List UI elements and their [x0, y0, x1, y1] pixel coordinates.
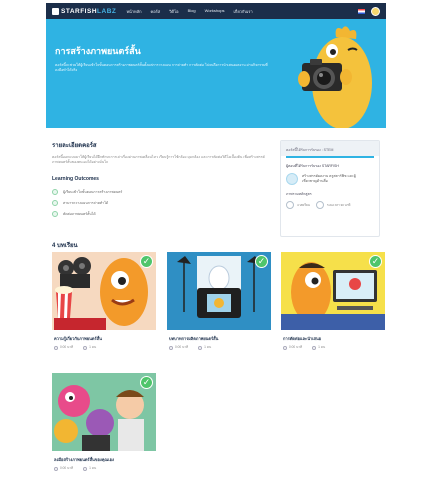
logo-accent-text: LABZ	[97, 7, 117, 15]
completed-check-icon: ✓	[255, 255, 268, 268]
lesson-count-icon	[286, 200, 294, 209]
stat-text: ระยะเวลา 30 นาที	[326, 202, 351, 207]
certification-header: คอร์สนี้ได้รับการรับรอง : STEM	[281, 141, 379, 156]
course-stats: 4 บทเรียน ระยะเวลา 30 นาที	[281, 197, 379, 209]
course-details-section: รายละเอียดคอร์ส คอร์สนี้ออกแบบมาให้ผู้เร…	[52, 140, 272, 219]
lesson-thumbnail[interactable]: ✓	[281, 252, 385, 330]
lesson-card[interactable]: ✓ การตัดต่อและนำเสนอ 0:00 นาที 1 คน	[281, 252, 385, 350]
course-overview-label: ภาพรวมหลักสูตร	[286, 191, 312, 196]
check-circle-icon	[52, 188, 58, 195]
course-details-heading: รายละเอียดคอร์ส	[52, 143, 97, 149]
top-navbar: STARFISHLABZ หน้าหลัก คอร์ส วิดีโอ Blog …	[46, 3, 386, 19]
lesson-thumbnail[interactable]: ✓	[167, 252, 271, 330]
check-circle-icon	[52, 210, 58, 217]
lesson-title[interactable]: ความรู้เกี่ยวกับภาพยนตร์สั้น	[52, 335, 156, 342]
nav-item-workshops[interactable]: Workshops	[205, 8, 225, 15]
lesson-duration: 0:00 นาที	[60, 466, 74, 470]
learning-outcome-text: ผู้เรียนเข้าใจขั้นตอนการสร้างภาพยนตร์	[63, 189, 123, 194]
learners-icon	[83, 466, 88, 471]
lesson-title[interactable]: ลงมือสร้างภาพยนตร์สั้นของคุณเอง	[52, 456, 156, 463]
check-circle-icon	[52, 199, 58, 206]
clock-icon	[169, 345, 173, 350]
mascot-with-camera-illustration	[298, 26, 372, 128]
lesson-learners: 1 คน	[89, 345, 97, 349]
course-title: การสร้างภาพยนตร์สั้น	[55, 46, 141, 56]
lesson-duration: 0:00 นาที	[60, 345, 74, 349]
flag-icon[interactable]	[358, 8, 365, 14]
teacher-avatar-icon	[286, 172, 298, 185]
learning-outcomes-list: ผู้เรียนเข้าใจขั้นตอนการสร้างภาพยนตร์ สา…	[52, 186, 272, 219]
stat-duration: ระยะเวลา 30 นาที	[315, 200, 351, 209]
lesson-title[interactable]: บทบาทการผลิตภาพยนตร์สั้น	[167, 335, 271, 342]
logo-main-text: STARFISH	[61, 7, 98, 15]
lesson-learners: 1 คน	[89, 466, 97, 470]
learning-outcomes-heading: Learning Outcomes	[52, 176, 99, 182]
lesson-duration: 0:00 นาที	[175, 345, 189, 349]
learning-outcome-item: ตัดต่อภาพยนตร์สั้นได้	[52, 208, 272, 219]
learners-icon	[83, 345, 88, 350]
course-hero-description: คอร์สนี้จะช่วยให้ผู้เรียนเข้าใจขั้นตอนกา…	[55, 63, 268, 72]
completed-check-icon: ✓	[140, 376, 153, 389]
teacher-label: ผู้สอนที่ได้รับการรับรอง STARFISH	[286, 163, 339, 168]
clock-icon	[283, 345, 287, 350]
lessons-heading: 4 บทเรียน	[52, 243, 78, 249]
duration-icon	[315, 200, 324, 209]
course-info-card: คอร์สนี้ได้รับการรับรอง : STEM ผู้สอนที่…	[280, 140, 380, 237]
nav-item-courses[interactable]: คอร์ส	[151, 8, 161, 15]
lesson-thumbnail[interactable]: ✓	[52, 373, 156, 451]
user-avatar-icon[interactable]	[371, 6, 380, 16]
clock-icon	[54, 345, 58, 350]
lesson-card[interactable]: ✓ บทบาทการผลิตภาพยนตร์สั้น 0:00 นาที 1 ค…	[167, 252, 271, 350]
completed-check-icon: ✓	[140, 255, 153, 268]
learning-outcome-text: สามารถวางแผนการถ่ายทำได้	[63, 200, 109, 205]
lesson-learners: 1 คน	[318, 345, 326, 349]
lesson-thumbnail[interactable]: ✓	[52, 252, 156, 330]
course-hero-banner: การสร้างภาพยนตร์สั้น คอร์สนี้จะช่วยให้ผู…	[46, 19, 386, 128]
completed-check-icon: ✓	[369, 255, 382, 268]
learners-icon	[312, 345, 317, 350]
learners-icon	[198, 345, 203, 350]
lesson-card[interactable]: ✓ ความรู้เกี่ยวกับภาพยนตร์สั้น 0:00 นาที…	[52, 252, 156, 350]
teacher-row: สร้างสรรค์ผลงาน ครูสตาร์ฟิช และผู้เชี่ยว…	[281, 169, 379, 185]
lesson-learners: 1 คน	[204, 345, 212, 349]
starfish-logo-icon	[52, 7, 59, 15]
nav-item-videos[interactable]: วิดีโอ	[169, 8, 178, 15]
stat-lesson-count: 4 บทเรียน	[286, 200, 310, 209]
course-details-text: คอร์สนี้ออกแบบมาให้ผู้เรียนได้ฝึกทักษะกา…	[52, 155, 265, 164]
starfish-labz-logo[interactable]: STARFISHLABZ	[52, 7, 117, 15]
teacher-name: สร้างสรรค์ผลงาน ครูสตาร์ฟิช และผู้เชี่ยว…	[302, 173, 356, 183]
nav-item-home[interactable]: หน้าหลัก	[126, 8, 141, 15]
lesson-title[interactable]: การตัดต่อและนำเสนอ	[281, 335, 385, 342]
learning-outcome-text: ตัดต่อภาพยนตร์สั้นได้	[63, 211, 96, 216]
learning-outcome-item: สามารถวางแผนการถ่ายทำได้	[52, 197, 272, 208]
stat-text: 4 บทเรียน	[297, 202, 310, 207]
clock-icon	[54, 466, 58, 471]
learning-outcome-item: ผู้เรียนเข้าใจขั้นตอนการสร้างภาพยนตร์	[52, 186, 272, 197]
lesson-duration: 0:00 นาที	[289, 345, 303, 349]
nav-item-about[interactable]: เกี่ยวกับเรา	[234, 8, 253, 15]
lesson-card[interactable]: ✓ ลงมือสร้างภาพยนตร์สั้นของคุณเอง 0:00 น…	[52, 373, 156, 471]
nav-item-blog[interactable]: Blog	[188, 8, 196, 15]
nav-menu: หน้าหลัก คอร์ส วิดีโอ Blog Workshops เกี…	[126, 8, 252, 15]
